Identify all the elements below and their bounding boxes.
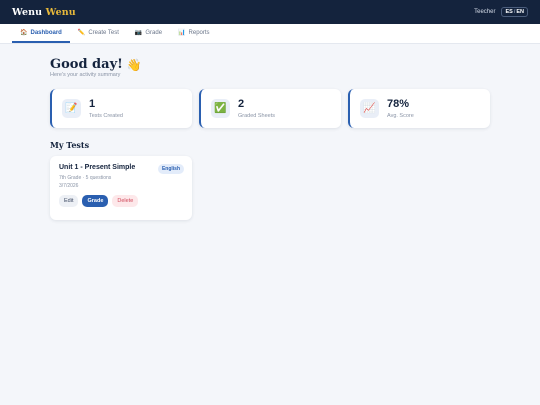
lang-separator: / — [513, 9, 516, 15]
lang-es[interactable]: ES — [505, 9, 512, 15]
stat-label: Avg. Score — [387, 112, 414, 119]
greeting: Good day! 👋 — [50, 57, 142, 72]
test-actions: Edit Grade Delete — [59, 195, 183, 207]
tab-label: Grade — [145, 29, 163, 36]
subject-badge: English — [157, 164, 184, 174]
grade-button[interactable]: Grade — [82, 195, 109, 207]
bar-chart-icon: 📊 — [178, 29, 186, 36]
tab-create-test[interactable]: ✏️ Create Test — [70, 24, 127, 43]
page-subtitle: Here's your activity summary — [50, 72, 121, 78]
stat-card-graded-sheets: ✅ 2 Graded Sheets — [199, 89, 341, 128]
chart-up-icon: 📈 — [360, 99, 379, 118]
camera-icon: 📷 — [134, 29, 143, 36]
stat-card-avg-score: 📈 78% Avg. Score — [348, 89, 490, 128]
stat-value: 2 — [238, 98, 245, 111]
page-title: Good day! — [50, 57, 123, 72]
tab-dashboard[interactable]: 🏠 Dashboard — [12, 24, 70, 43]
stat-value: 78% — [387, 98, 410, 111]
tab-label: Reports — [188, 29, 210, 36]
test-meta: 7th Grade · 5 questions — [59, 175, 112, 181]
edit-button[interactable]: Edit — [59, 195, 79, 207]
memo-icon: 📝 — [62, 99, 81, 118]
stat-card-tests-created: 📝 1 Tests Created — [50, 89, 192, 128]
user-name: Teecher — [474, 9, 496, 15]
language-toggle[interactable]: ES / EN — [501, 7, 528, 17]
delete-button[interactable]: Delete — [112, 195, 139, 207]
tab-reports[interactable]: 📊 Reports — [170, 24, 218, 43]
section-title-my-tests: My Tests — [50, 140, 90, 150]
stat-label: Tests Created — [89, 112, 123, 119]
brand-accent: Wenu — [45, 6, 76, 18]
test-card: Unit 1 - Present Simple English 7th Grad… — [50, 156, 192, 220]
brand-primary: Wenu — [12, 6, 43, 18]
check-icon: ✅ — [211, 99, 230, 118]
stat-label: Graded Sheets — [238, 112, 275, 119]
top-bar: Wenu Wenu Teecher ES / EN — [0, 0, 540, 24]
lang-en[interactable]: EN — [516, 9, 524, 15]
tab-label: Dashboard — [30, 29, 62, 36]
stat-value: 1 — [89, 98, 96, 111]
home-icon: 🏠 — [20, 29, 28, 36]
test-date: 3/7/2026 — [59, 183, 79, 189]
tab-grade[interactable]: 📷 Grade — [127, 24, 170, 43]
waving-hand-icon: 👋 — [126, 57, 142, 72]
pencil-icon: ✏️ — [77, 29, 86, 36]
tab-bar: 🏠 Dashboard ✏️ Create Test 📷 Grade 📊 Rep… — [0, 24, 540, 44]
app-logo[interactable]: Wenu Wenu — [12, 7, 76, 18]
user-area: Teecher ES / EN — [474, 7, 528, 17]
tab-label: Create Test — [88, 29, 119, 36]
